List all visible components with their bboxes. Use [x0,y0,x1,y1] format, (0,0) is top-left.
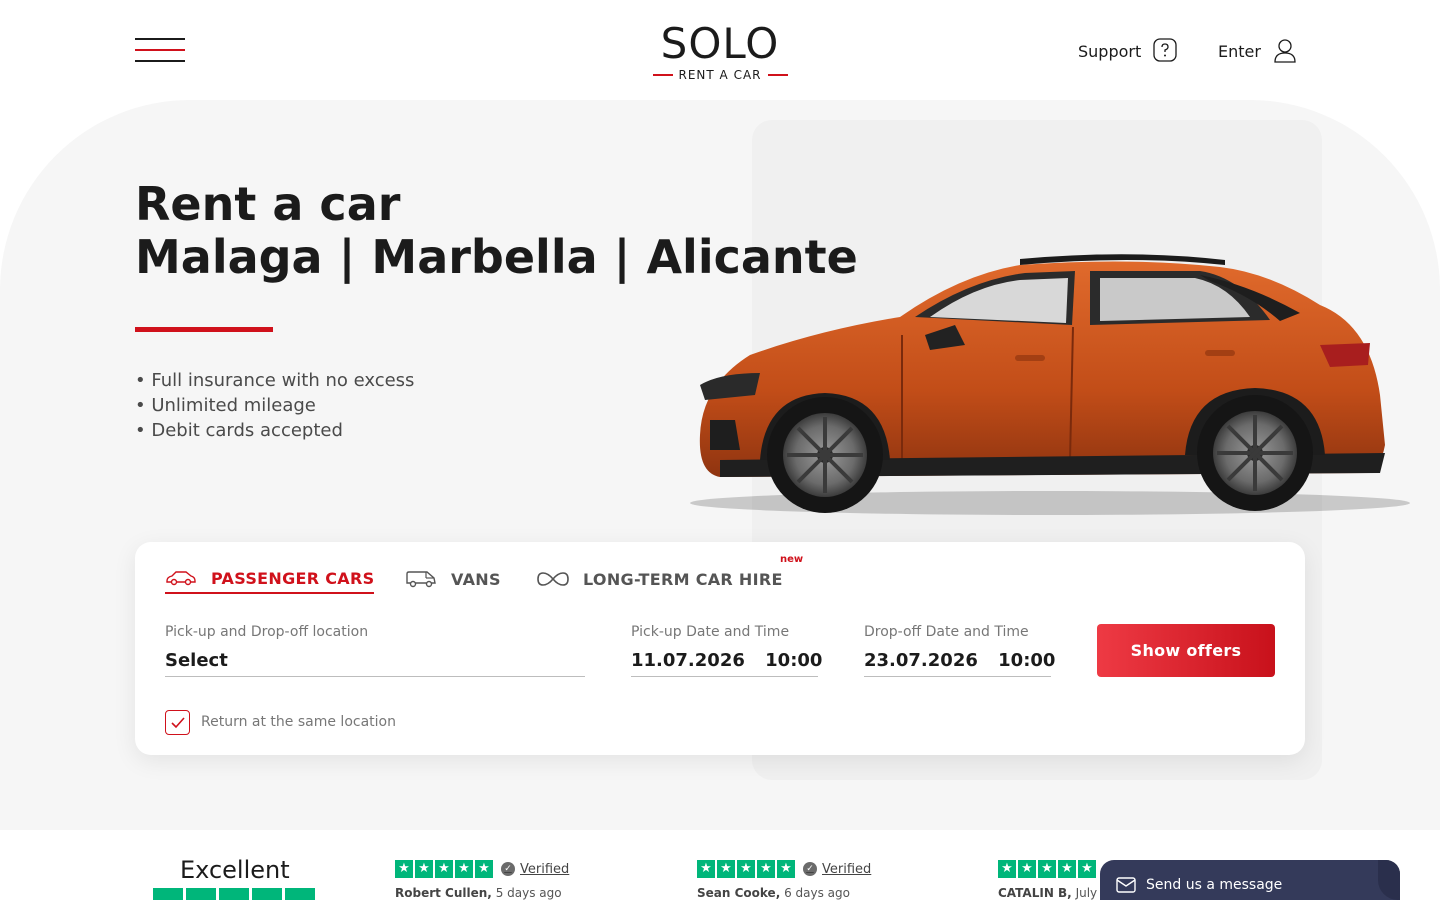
review-author: Robert Cullen, [395,886,492,900]
help-icon [1153,38,1177,62]
user-icon [1274,39,1296,63]
title-underline [135,327,273,332]
enter-label: Enter [1218,41,1261,61]
review-date: 6 days ago [784,886,850,900]
logo[interactable]: SOLO RENT A CAR [650,22,790,82]
dropoff-label: Drop-off Date and Time [864,624,1029,640]
review-card[interactable]: ★ ★ ★ ★ ★ CATALIN B, July [998,860,1097,900]
dropoff-date: 23.07.2026 [864,650,978,671]
rating-stars [153,888,315,900]
mail-icon [1116,877,1136,893]
same-location-label: Return at the same location [201,714,396,730]
logo-wordmark: SOLO [660,19,780,68]
pickup-time: 10:00 [765,650,823,671]
review-author: Sean Cooke, [697,886,781,900]
verified-link[interactable]: ✓ Verified [803,862,871,877]
logo-subtitle: RENT A CAR [678,68,762,82]
verified-icon: ✓ [803,862,817,876]
support-link[interactable]: Support [1078,38,1177,64]
review-date: 5 days ago [495,886,562,900]
infinity-icon [537,572,569,586]
support-label: Support [1078,41,1142,61]
hero-title-line1: Rent a car [135,177,401,231]
verified-label: Verified [822,861,872,877]
feature-item: • Unlimited mileage [135,395,316,416]
review-stars: ★ ★ ★ ★ ★ [998,860,1096,878]
menu-icon[interactable] [135,38,185,62]
dropoff-datetime-field[interactable]: 23.07.2026 10:00 [864,650,1055,677]
verified-icon: ✓ [501,862,515,876]
review-date: July [1075,886,1098,900]
rating-summary: Excellent [180,856,290,884]
verified-link[interactable]: ✓ Verified [501,862,569,877]
tab-vans-label: VANS [451,569,501,589]
check-icon [170,716,185,728]
pickup-label: Pick-up Date and Time [631,624,790,640]
location-label: Pick-up and Drop-off location [165,624,369,640]
feature-list: • Full insurance with no excess • Unlimi… [135,368,414,443]
review-stars: ★ ★ ★ ★ ★ [395,860,493,878]
feature-item: • Full insurance with no excess [135,370,415,391]
tab-long-term-hire[interactable]: LONG-TERM CAR HIRE [537,564,783,594]
page: SOLO RENT A CAR Support Enter Rent a car… [0,0,1440,900]
site-header: SOLO RENT A CAR Support Enter [0,0,1440,100]
car-image [690,254,1410,515]
tab-passenger-cars-label: PASSENGER CARS [211,568,375,588]
tab-passenger-cars[interactable]: PASSENGER CARS [165,564,375,594]
pickup-datetime-field[interactable]: 11.07.2026 10:00 [631,650,822,677]
chat-label: Send us a message [1146,877,1283,893]
review-card[interactable]: ★ ★ ★ ★ ★ ✓ Verified Robert Cullen, 5 days a… [395,860,569,900]
car-icon [166,571,196,586]
verified-label: Verified [520,861,570,877]
tab-vans[interactable]: VANS [405,564,501,594]
tab-long-term-hire-label: LONG-TERM CAR HIRE [583,569,783,589]
chat-widget-button[interactable]: Send us a message [1100,860,1400,900]
location-select[interactable]: Select [165,650,585,677]
review-author: CATALIN B, [998,886,1072,900]
enter-link[interactable]: Enter [1218,38,1297,64]
review-stars: ★ ★ ★ ★ ★ [697,860,795,878]
new-badge: new [780,554,804,565]
feature-item: • Debit cards accepted [135,420,343,441]
dropoff-time: 10:00 [998,650,1056,671]
same-location-checkbox[interactable] [165,710,190,735]
van-icon [406,571,436,588]
pickup-date: 11.07.2026 [631,650,745,671]
review-card[interactable]: ★ ★ ★ ★ ★ ✓ Verified Sean Cooke, 6 days ago [697,860,871,900]
booking-form: PASSENGER CARS VANS LONG-TERM CAR HIRE n… [135,542,1305,755]
show-offers-button[interactable]: Show offers [1097,624,1275,677]
